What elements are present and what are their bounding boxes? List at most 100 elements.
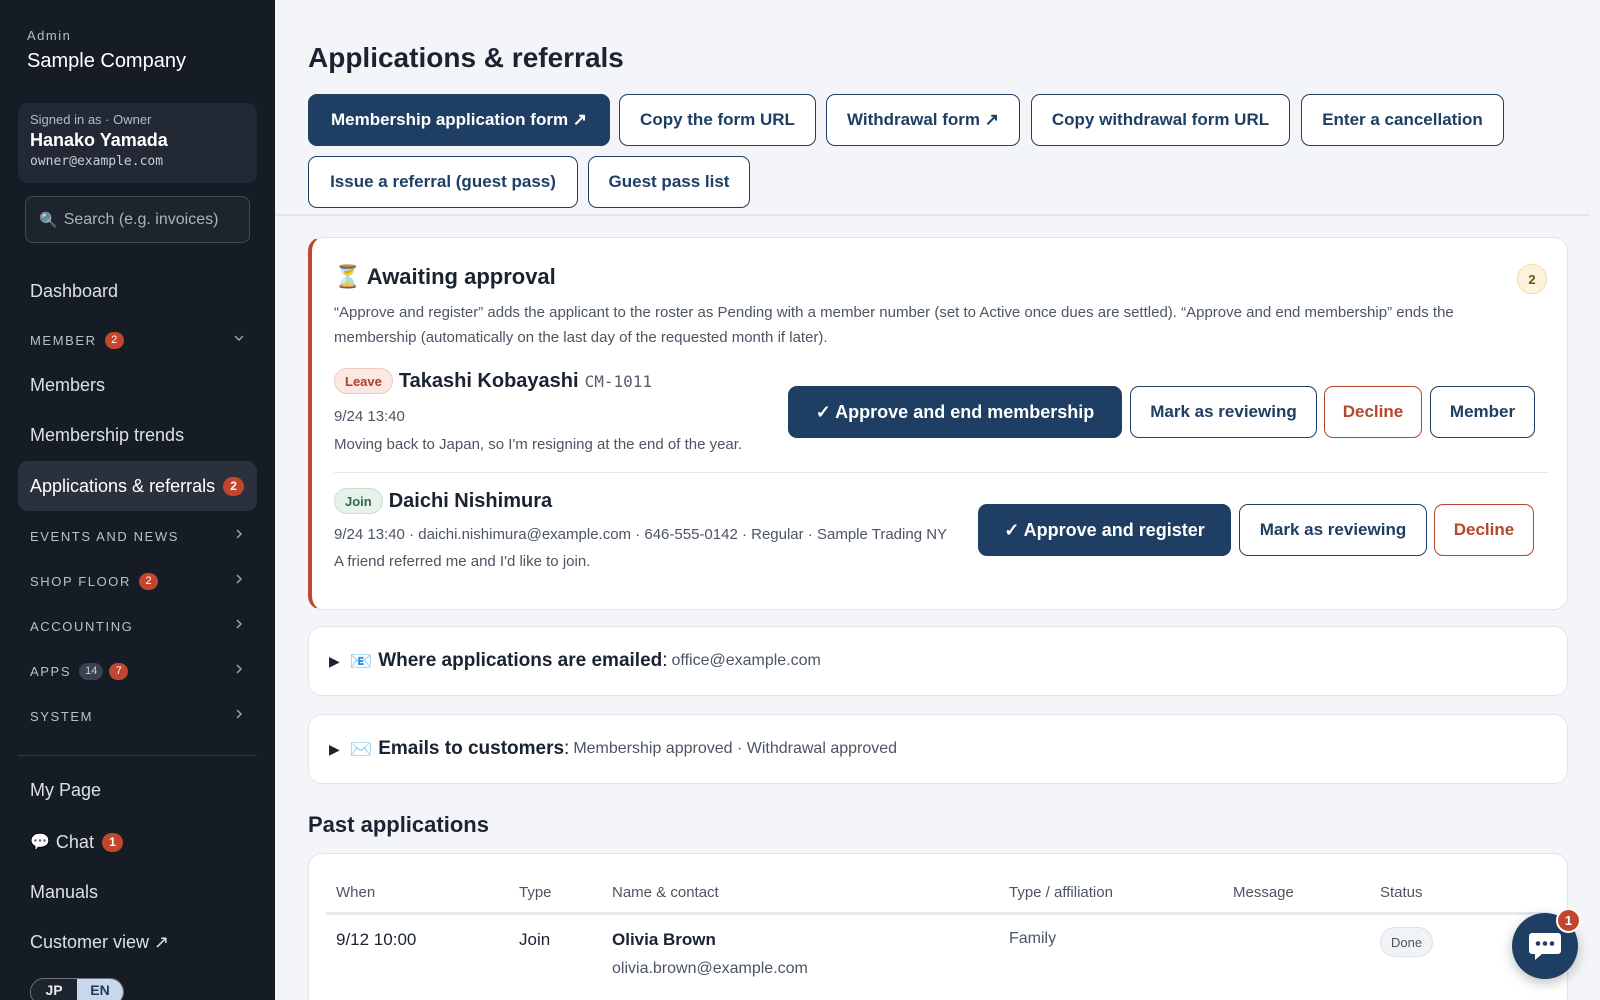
detail-value: Membership approved · Withdrawal approve… — [573, 740, 898, 757]
page-title: Applications & referrals — [308, 42, 624, 73]
column-header[interactable]: Type — [519, 884, 552, 901]
applicant-message: Moving back to Japan, so I'm resigning a… — [334, 436, 743, 453]
sidebar-item-label: Applications & referrals — [30, 475, 216, 496]
sidebar-item-label: My Page — [30, 779, 102, 800]
sidebar-section-system[interactable]: SYSTEM — [18, 701, 257, 731]
mark-reviewing-button[interactable]: Mark as reviewing — [1130, 386, 1317, 438]
sidebar-search-input[interactable]: 🔍 Search (e.g. invoices) — [25, 196, 250, 243]
member-code: CM-1011 — [584, 371, 653, 391]
mark-reviewing-button[interactable]: Mark as reviewing — [1239, 504, 1427, 556]
sidebar-item-label: Members — [30, 374, 106, 395]
sidebar-section-apps[interactable]: APPS 14 7 — [18, 656, 257, 686]
disclosure-triangle-icon: ▶ — [329, 740, 340, 757]
section-label: MEMBER — [30, 332, 97, 348]
section-label: APPS — [30, 663, 72, 679]
sidebar-item-label: Dashboard — [30, 280, 119, 301]
column-header[interactable]: Type / affiliation — [1009, 884, 1113, 901]
past-applications-title: Past applications — [308, 812, 489, 837]
inbox-icon: 📧 — [349, 650, 373, 671]
section-badge: 7 — [109, 662, 129, 680]
enter-cancellation-button[interactable]: Enter a cancellation — [1301, 94, 1504, 146]
chat-icon: 💬 — [30, 834, 50, 851]
applicant-meta: 9/24 13:40 · daichi.nishimura@example.co… — [334, 526, 948, 543]
chevron-right-icon — [233, 572, 245, 588]
cell-email[interactable]: olivia.brown@example.com — [612, 960, 808, 978]
sidebar: Admin Sample Company Signed in as · Owne… — [0, 0, 275, 1000]
type-tag-join: Join — [334, 488, 383, 514]
signed-in-email: owner@example.com — [30, 154, 164, 169]
column-header[interactable]: Status — [1380, 884, 1423, 901]
guest-pass-list-button[interactable]: Guest pass list — [588, 156, 750, 208]
approval-count-badge: 2 — [1517, 264, 1547, 294]
section-count: 14 — [79, 662, 104, 680]
sidebar-section-member[interactable]: MEMBER 2 — [18, 325, 257, 355]
sidebar-item-dashboard[interactable]: Dashboard — [18, 266, 257, 316]
customer-emails-details[interactable]: ▶ ✉️ Emails to customers: Membership app… — [308, 714, 1568, 784]
application-email-details[interactable]: ▶ 📧 Where applications are emailed: offi… — [308, 626, 1568, 696]
sidebar-divider — [18, 755, 257, 756]
chevron-right-icon — [233, 527, 245, 543]
sidebar-section-events[interactable]: EVENTS AND NEWS — [18, 521, 257, 551]
withdrawal-form-button[interactable]: Withdrawal form ↗ — [826, 94, 1020, 146]
table-header-divider — [326, 912, 1548, 915]
sidebar-item-label: Chat — [55, 831, 94, 852]
sidebar-item-label: Customer view ↗ — [30, 931, 170, 952]
disclosure-triangle-icon: ▶ — [329, 652, 340, 669]
copy-form-url-button[interactable]: Copy the form URL — [619, 94, 816, 146]
chevron-down-icon — [233, 331, 245, 347]
applicant-meta: 9/24 13:40 — [334, 408, 405, 425]
chat-fab-badge: 1 — [1556, 908, 1581, 933]
envelope-icon: ✉️ — [349, 738, 373, 759]
lang-jp-option[interactable]: JP — [31, 979, 77, 1000]
type-tag-leave: Leave — [334, 368, 393, 394]
sidebar-section-shop-floor[interactable]: SHOP FLOOR 2 — [18, 566, 257, 596]
sidebar-item-customer-view[interactable]: Customer view ↗ — [18, 917, 257, 967]
main-content: Applications & referrals Membership appl… — [275, 0, 1600, 1000]
applicant-message: A friend referred me and I'd like to joi… — [334, 553, 591, 570]
sidebar-item-chat[interactable]: 💬 Chat 1 — [18, 817, 257, 867]
brand-subtitle: Admin — [27, 28, 72, 43]
cell-affiliation: Family — [1009, 930, 1057, 947]
search-placeholder: Search (e.g. invoices) — [63, 210, 219, 228]
approve-end-membership-button[interactable]: ✓ Approve and end membership — [788, 386, 1122, 438]
sidebar-item-badge: 2 — [223, 476, 245, 496]
sidebar-item-my-page[interactable]: My Page — [18, 765, 257, 815]
sidebar-item-badge: 1 — [101, 832, 123, 852]
sidebar-item-applications[interactable]: Applications & referrals 2 — [18, 461, 257, 511]
detail-label: Where applications are emailed — [378, 650, 663, 671]
header-divider — [275, 214, 1590, 216]
sidebar-item-membership-trends[interactable]: Membership trends — [18, 410, 257, 460]
sidebar-section-accounting[interactable]: ACCOUNTING — [18, 611, 257, 641]
column-header[interactable]: Message — [1233, 884, 1294, 901]
section-badge: 2 — [104, 331, 124, 349]
chevron-right-icon — [233, 617, 245, 633]
signed-in-card: Signed in as · Owner Hanako Yamada owner… — [18, 103, 257, 183]
applicant-name-line: Leave Takashi Kobayashi CM-1011 — [334, 368, 652, 394]
approval-title-text: Awaiting approval — [366, 264, 556, 289]
view-member-button[interactable]: Member — [1430, 386, 1535, 438]
copy-withdrawal-url-button[interactable]: Copy withdrawal form URL — [1031, 94, 1290, 146]
column-header[interactable]: When — [336, 884, 375, 901]
decline-button[interactable]: Decline — [1434, 504, 1534, 556]
section-label: ACCOUNTING — [30, 618, 134, 634]
column-header[interactable]: Name & contact — [612, 884, 719, 901]
sidebar-item-label: Manuals — [30, 881, 99, 902]
approve-register-button[interactable]: ✓ Approve and register — [978, 504, 1231, 556]
detail-value: office@example.com — [671, 652, 821, 669]
lang-en-option[interactable]: EN — [77, 979, 123, 1000]
issue-referral-button[interactable]: Issue a referral (guest pass) — [308, 156, 578, 208]
status-badge: Done — [1380, 927, 1434, 957]
membership-form-button[interactable]: Membership application form ↗ — [308, 94, 610, 146]
row-divider — [334, 472, 1548, 473]
sidebar-item-manuals[interactable]: Manuals — [18, 867, 257, 917]
applicant-name: Daichi Nishimura — [388, 489, 553, 512]
hourglass-icon: ⏳ — [334, 264, 362, 289]
chat-bubble-icon — [1529, 933, 1561, 960]
section-badge: 2 — [139, 572, 159, 590]
chevron-right-icon — [233, 707, 245, 723]
sidebar-item-members[interactable]: Members — [18, 360, 257, 410]
decline-button[interactable]: Decline — [1324, 386, 1422, 438]
language-toggle[interactable]: JP EN — [30, 978, 124, 1000]
brand-name[interactable]: Sample Company — [27, 50, 186, 73]
section-label: SHOP FLOOR — [30, 573, 132, 589]
